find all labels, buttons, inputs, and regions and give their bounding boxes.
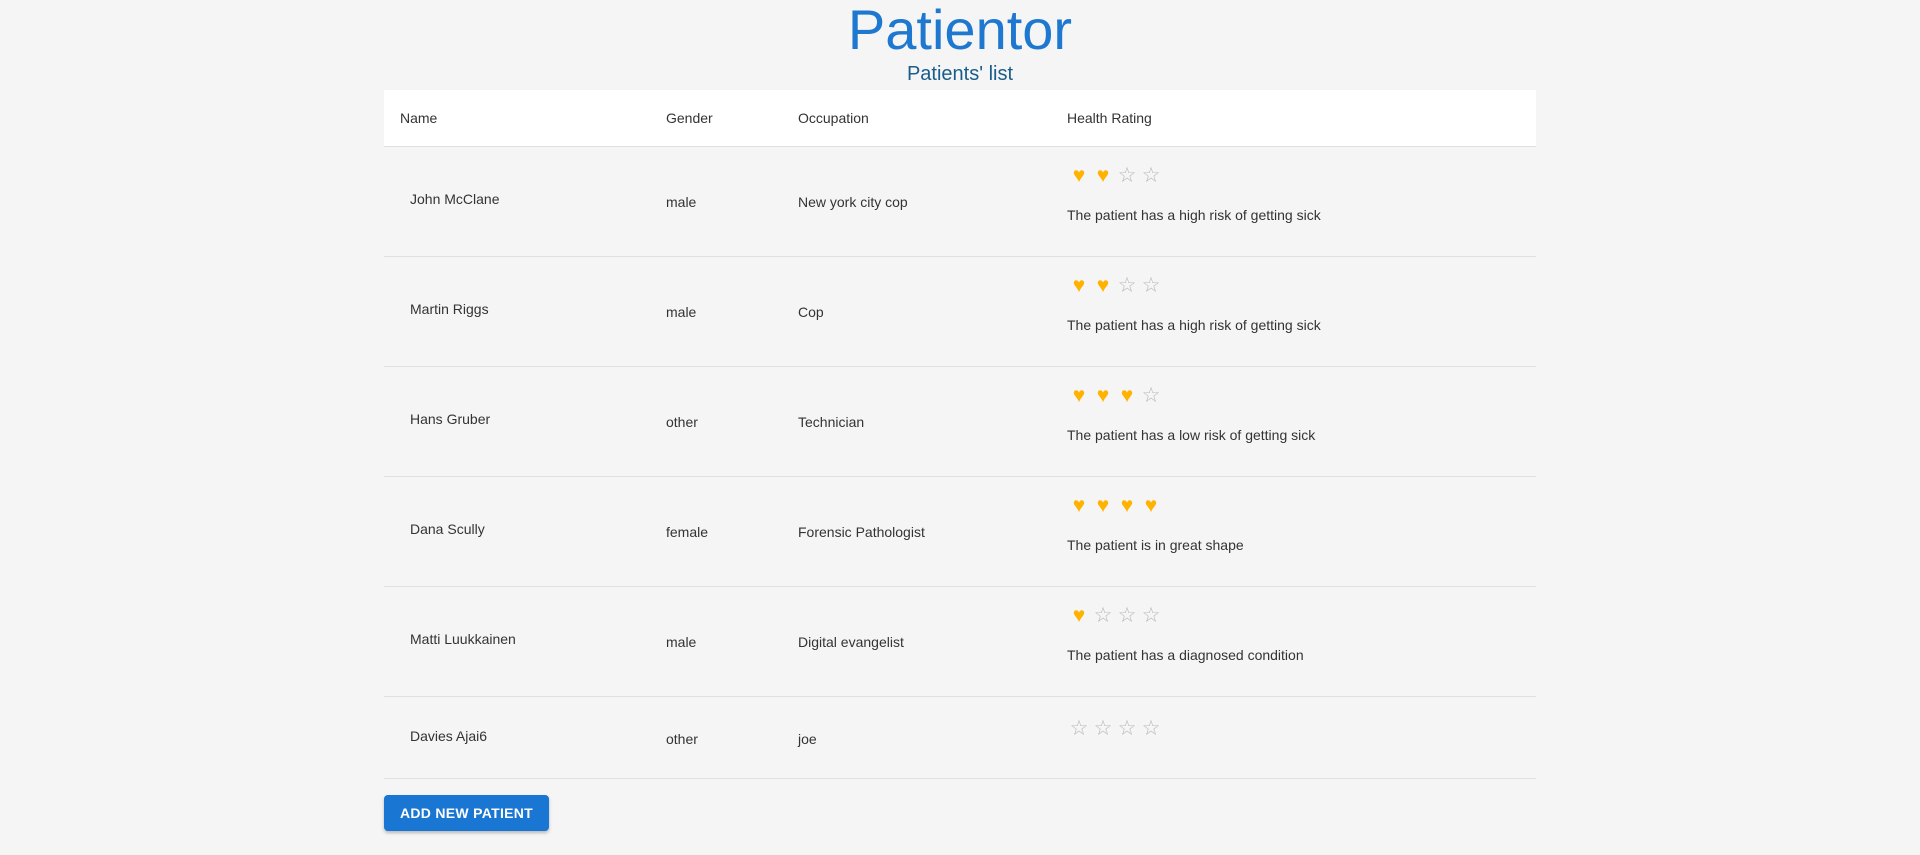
health-rating: ♥ ☆ ☆ ☆	[1067, 604, 1163, 628]
health-rating: ♥ ♥ ☆ ☆	[1067, 274, 1163, 298]
patient-name-link[interactable]: Davies Ajai6	[410, 728, 487, 744]
heart-icon: ♥	[1072, 604, 1086, 627]
star-outline-icon: ☆	[1141, 384, 1161, 407]
star-outline-icon: ☆	[1093, 604, 1113, 627]
health-rating-description: The patient has a high risk of getting s…	[1067, 317, 1321, 333]
heart-icon: ♥	[1072, 164, 1086, 187]
star-outline-icon: ☆	[1117, 717, 1137, 740]
table-row[interactable]: John McClane male New york city cop ♥ ♥ ☆ ☆…	[384, 147, 1536, 257]
patient-gender: male	[666, 194, 697, 210]
health-rating: ♥ ♥ ☆ ☆	[1067, 164, 1163, 188]
patient-name-link[interactable]: Dana Scully	[410, 521, 485, 537]
health-rating-description: The patient is in great shape	[1067, 537, 1244, 553]
patient-occupation: Technician	[798, 414, 865, 430]
patient-name-link[interactable]: Martin Riggs	[410, 301, 489, 317]
star-outline-icon: ☆	[1069, 717, 1089, 740]
patient-occupation: joe	[798, 731, 817, 747]
heart-icon: ♥	[1072, 494, 1086, 517]
star-outline-icon: ☆	[1117, 274, 1137, 297]
app-title: Patientor	[847, 0, 1073, 61]
table-row[interactable]: Dana Scully female Forensic Pathologist …	[384, 477, 1536, 587]
patient-occupation: Digital evangelist	[798, 634, 904, 650]
patient-gender: other	[666, 731, 698, 747]
patient-occupation: Forensic Pathologist	[798, 524, 925, 540]
health-rating-description: The patient has a diagnosed condition	[1067, 647, 1304, 663]
star-outline-icon: ☆	[1141, 717, 1161, 740]
health-rating: ♥ ♥ ♥ ☆	[1067, 384, 1163, 408]
heart-icon: ♥	[1096, 164, 1110, 187]
health-rating-description: The patient has a high risk of getting s…	[1067, 207, 1321, 223]
patient-occupation: New york city cop	[798, 194, 908, 210]
star-outline-icon: ☆	[1093, 717, 1113, 740]
heart-icon: ♥	[1072, 384, 1086, 407]
heart-icon: ♥	[1120, 494, 1134, 517]
column-header-health-rating: Health Rating	[1067, 110, 1152, 126]
patient-name-link[interactable]: Hans Gruber	[410, 411, 490, 427]
column-header-gender: Gender	[666, 110, 713, 126]
patient-name-link[interactable]: Matti Luukkainen	[410, 631, 516, 647]
star-outline-icon: ☆	[1141, 164, 1161, 187]
heart-icon: ♥	[1096, 274, 1110, 297]
patients-table: Name Gender Occupation Health Rating Joh…	[384, 90, 1536, 779]
table-row[interactable]: Martin Riggs male Cop ♥ ♥ ☆ ☆ The patient h…	[384, 257, 1536, 367]
heart-icon: ♥	[1120, 384, 1134, 407]
patient-occupation: Cop	[798, 304, 824, 320]
health-rating: ♥ ♥ ♥ ♥	[1067, 494, 1163, 518]
health-rating: ☆ ☆ ☆ ☆	[1067, 717, 1163, 741]
table-row[interactable]: Hans Gruber other Technician ♥ ♥ ♥ ☆ The pa…	[384, 367, 1536, 477]
patient-gender: male	[666, 634, 697, 650]
table-row[interactable]: Davies Ajai6 other joe ☆ ☆ ☆ ☆	[384, 697, 1536, 779]
heart-icon: ♥	[1096, 384, 1110, 407]
table-row[interactable]: Matti Luukkainen male Digital evangelist…	[384, 587, 1536, 697]
star-outline-icon: ☆	[1141, 604, 1161, 627]
column-header-occupation: Occupation	[798, 110, 869, 126]
patient-gender: female	[666, 524, 709, 540]
star-outline-icon: ☆	[1141, 274, 1161, 297]
heart-icon: ♥	[1096, 494, 1110, 517]
star-outline-icon: ☆	[1117, 164, 1137, 187]
patient-name-link[interactable]: John McClane	[410, 191, 500, 207]
heart-icon: ♥	[1072, 274, 1086, 297]
heart-icon: ♥	[1144, 494, 1158, 517]
star-outline-icon: ☆	[1117, 604, 1137, 627]
column-header-name: Name	[400, 110, 438, 126]
add-new-patient-button[interactable]: ADD NEW PATIENT	[384, 795, 549, 831]
page-subtitle: Patients' list	[906, 63, 1014, 85]
patient-gender: other	[666, 414, 698, 430]
patient-gender: male	[666, 304, 697, 320]
table-header: Name Gender Occupation Health Rating	[384, 90, 1536, 147]
health-rating-description: The patient has a low risk of getting si…	[1067, 427, 1316, 443]
